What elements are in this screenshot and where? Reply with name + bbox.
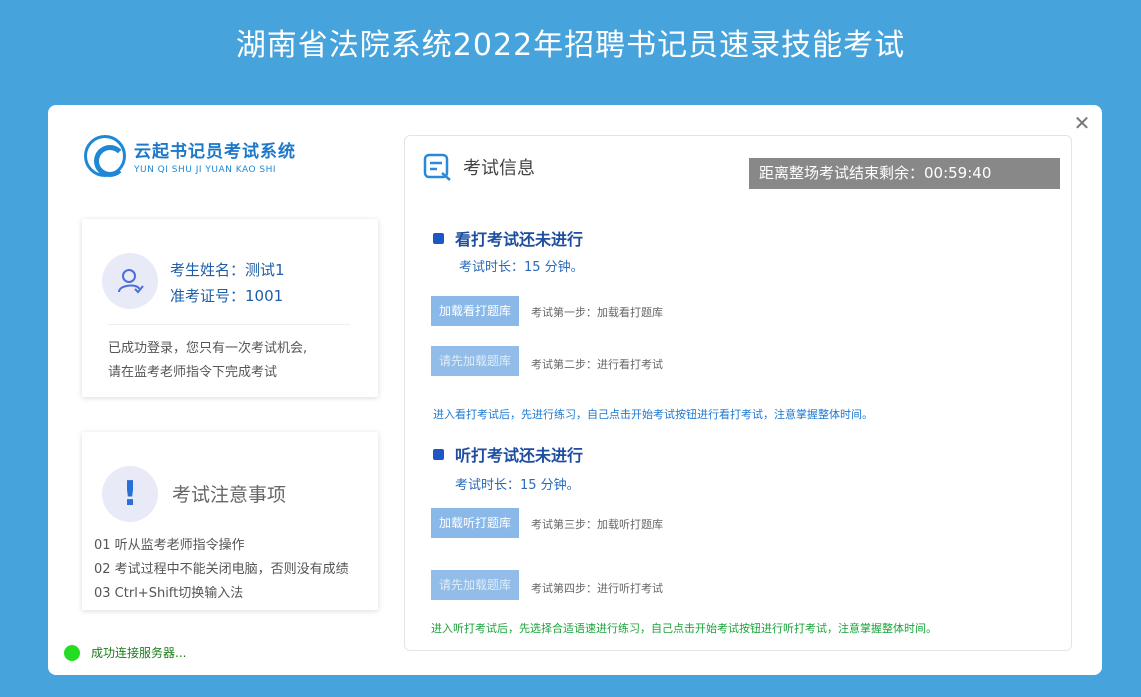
login-message-2: 请在监考老师指令下完成考试 — [108, 365, 278, 380]
exam-panel: 考试信息 距离整场考试结束剩余：00:59:40 看打考试还未进行 考试时长：1… — [404, 135, 1072, 651]
status-dot-icon — [64, 644, 80, 661]
exam-info-title: 考试信息 — [463, 158, 535, 179]
login-message-1: 已成功登录，您只有一次考试机会, — [108, 341, 308, 356]
step-1-text: 考试第一步：加载看打题库 — [531, 306, 663, 319]
listening-exam-title: 听打考试还未进行 — [433, 442, 583, 466]
user-panel: 考生姓名：测试1 准考证号：1001 已成功登录，您只有一次考试机会, 请在监考… — [82, 219, 378, 397]
load-reading-bank-button[interactable]: 加载看打题库 — [431, 296, 519, 326]
connection-status: 成功连接服务器... — [64, 644, 186, 661]
load-listening-bank-button[interactable]: 加载听打题库 — [431, 508, 519, 538]
logo-name-en: YUN QI SHU JI YUAN KAO SHI — [134, 165, 277, 175]
reading-exam-status: 看打考试还未进行 — [455, 230, 584, 249]
exam-timer: 距离整场考试结束剩余：00:59:40 — [749, 158, 1060, 189]
step-4-text: 考试第四步：进行听打考试 — [531, 582, 663, 595]
exam-header: 考试信息 — [423, 152, 535, 182]
divider — [108, 324, 350, 325]
bullet-icon — [433, 232, 444, 244]
start-listening-exam-button[interactable]: 请先加载题库 — [431, 570, 519, 600]
user-exam-id: 准考证号：1001 — [170, 287, 284, 305]
listening-exam-duration: 考试时长：15 分钟。 — [455, 478, 580, 493]
status-text: 成功连接服务器... — [91, 646, 187, 660]
bullet-icon — [433, 448, 444, 460]
notice-title: 考试注意事项 — [172, 484, 287, 506]
logo: 云起书记员考试系统 YUN QI SHU JI YUAN KAO SHI — [84, 135, 296, 177]
reading-exam-hint: 进入看打考试后，先进行练习，自己点击开始考试按钮进行看打考试，注意掌握整体时间。 — [433, 408, 873, 421]
main-card: ✕ 云起书记员考试系统 YUN QI SHU JI YUAN KAO SHI 考… — [48, 105, 1102, 675]
user-name: 考生姓名：测试1 — [170, 261, 285, 279]
exam-info-icon — [423, 153, 451, 181]
reading-exam-title: 看打考试还未进行 — [433, 226, 583, 250]
step-3-text: 考试第三步：加载听打题库 — [531, 518, 663, 531]
notice-item: 03 Ctrl+Shift切换输入法 — [94, 586, 244, 601]
close-icon[interactable]: ✕ — [1072, 113, 1092, 133]
listening-exam-hint: 进入听打考试后，先选择合适语速进行练习，自己点击开始考试按钮进行听打考试，注意掌… — [431, 622, 937, 635]
notice-list: 01 听从监考老师指令操作 02 考试过程中不能关闭电脑，否则没有成绩 03 C… — [94, 534, 349, 606]
step-2-text: 考试第二步：进行看打考试 — [531, 358, 663, 371]
logo-icon — [84, 135, 126, 177]
notice-panel: ! 考试注意事项 01 听从监考老师指令操作 02 考试过程中不能关闭电脑，否则… — [82, 432, 378, 610]
page-title: 湖南省法院系统2022年招聘书记员速录技能考试 — [235, 28, 906, 63]
exclamation-icon: ! — [102, 466, 158, 522]
logo-name-cn: 云起书记员考试系统 — [134, 142, 296, 162]
notice-item: 01 听从监考老师指令操作 — [94, 538, 245, 553]
reading-exam-duration: 考试时长：15 分钟。 — [459, 260, 584, 275]
notice-item: 02 考试过程中不能关闭电脑，否则没有成绩 — [94, 562, 349, 577]
start-reading-exam-button[interactable]: 请先加载题库 — [431, 346, 519, 376]
listening-exam-status: 听打考试还未进行 — [455, 446, 584, 465]
user-avatar-icon — [102, 253, 158, 309]
